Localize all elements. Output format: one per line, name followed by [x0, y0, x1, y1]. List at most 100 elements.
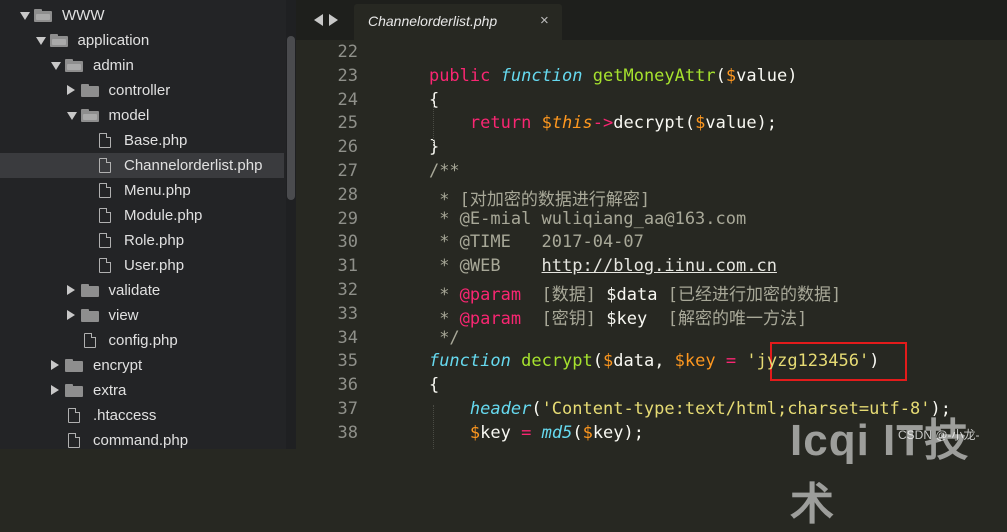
- file-icon: [99, 258, 111, 273]
- tree-item-label: Channelorderlist.php: [124, 157, 263, 174]
- tree-item-www[interactable]: WWW: [0, 3, 284, 28]
- tree-item-admin[interactable]: admin: [0, 53, 284, 78]
- file-icon: [99, 208, 111, 223]
- line-number: 35: [337, 351, 358, 372]
- folder-icon: [65, 359, 83, 372]
- tree-item-extra[interactable]: extra: [0, 378, 284, 403]
- folder-icon: [80, 284, 99, 297]
- code-line[interactable]: public function getMoneyAttr($value): [388, 66, 798, 86]
- code-link[interactable]: http://blog.iinu.com.cn: [542, 256, 777, 276]
- folder-open-icon: [34, 9, 52, 22]
- code-line[interactable]: /**: [388, 161, 460, 181]
- code-token: $: [541, 113, 552, 134]
- line-number: 30: [337, 232, 358, 253]
- code-token: *: [439, 308, 460, 329]
- chevron-down-icon[interactable]: [35, 37, 46, 45]
- line-number: 34: [337, 327, 358, 348]
- code-line[interactable]: * @param [数据] $data [已经进行加密的数据]: [388, 280, 841, 305]
- code-line[interactable]: {: [388, 90, 439, 110]
- tree-item-controller[interactable]: controller: [0, 78, 284, 103]
- tree-item-module-php[interactable]: Module.php: [0, 203, 284, 228]
- tree-item-encrypt[interactable]: encrypt: [0, 353, 284, 378]
- code-token: * @WEB: [439, 256, 542, 277]
- tree-item-channelorderlist-php[interactable]: Channelorderlist.php: [0, 153, 284, 178]
- tree-item-htaccess[interactable]: .htaccess: [0, 403, 284, 428]
- code-token: {: [428, 375, 440, 396]
- code-token: 'jyzg123456': [746, 351, 870, 372]
- file-icon: [99, 183, 111, 198]
- tree-item-application[interactable]: application: [0, 28, 284, 53]
- tree-item-validate[interactable]: validate: [0, 278, 284, 303]
- tree-item-label: User.php: [124, 257, 185, 274]
- tree-item-user-php[interactable]: User.php: [0, 253, 284, 278]
- code-token: $: [695, 113, 706, 134]
- code-line[interactable]: * [对加密的数据进行解密]: [388, 185, 650, 210]
- folder-icon: [80, 309, 99, 322]
- code-token: md5: [541, 422, 573, 443]
- code-line[interactable]: $key = md5($key);: [388, 423, 644, 443]
- folder-open-icon: [65, 59, 83, 72]
- code-line[interactable]: {: [388, 375, 439, 395]
- tree-item-command-php[interactable]: command.php: [0, 428, 284, 449]
- tree-item-view[interactable]: view: [0, 303, 284, 328]
- chevron-right-icon[interactable]: [51, 360, 59, 370]
- code-token: (: [531, 399, 542, 419]
- chevron-right-icon[interactable]: [66, 285, 75, 295]
- tree-item-role-php[interactable]: Role.php: [0, 228, 284, 253]
- code-editor[interactable]: 22 23 public function getMoneyAttr($value…: [296, 40, 1007, 449]
- code-token: }: [428, 137, 440, 158]
- code-token: value): [736, 65, 798, 86]
- code-token: $: [582, 422, 593, 443]
- chevron-down-icon[interactable]: [66, 112, 77, 120]
- code-token: {: [428, 89, 440, 110]
- code-token: $: [603, 351, 614, 372]
- tree-item-config-php[interactable]: config.php: [0, 328, 284, 353]
- chevron-right-icon[interactable]: [66, 85, 75, 95]
- chevron-right-icon[interactable]: [66, 310, 75, 320]
- code-line[interactable]: function decrypt($data, $key = 'jyzg1234…: [388, 351, 880, 372]
- file-icon: [68, 408, 80, 423]
- code-token: $key: [606, 308, 648, 329]
- tree-item-menu-php[interactable]: Menu.php: [0, 178, 284, 203]
- code-line[interactable]: * @TIME 2017-04-07: [388, 232, 644, 252]
- chevron-down-icon[interactable]: [51, 62, 61, 70]
- code-line[interactable]: * @param [密钥] $key [解密的唯一方法]: [388, 304, 807, 329]
- tab-nav-left-icon[interactable]: [314, 14, 323, 26]
- chevron-right-icon[interactable]: [51, 385, 59, 395]
- line-number: 37: [337, 399, 358, 419]
- code-line[interactable]: }: [388, 137, 439, 157]
- tab-nav-right-icon[interactable]: [329, 14, 338, 26]
- code-line[interactable]: */: [388, 327, 460, 348]
- tree-item-label: Role.php: [124, 232, 185, 249]
- code-line[interactable]: * @WEB http://blog.iinu.com.cn: [388, 256, 777, 276]
- tab-channelorderlist[interactable]: Channelorderlist.php ×: [354, 4, 562, 40]
- tree-item-model[interactable]: model: [0, 103, 284, 128]
- chevron-down-icon[interactable]: [20, 12, 30, 20]
- folder-open-icon: [80, 109, 99, 122]
- code-token: * @TIME 2017-04-07: [439, 232, 644, 253]
- tree-item-label: config.php: [108, 332, 178, 349]
- tree-item-base-php[interactable]: Base.php: [0, 128, 284, 153]
- tree-item-label: Module.php: [124, 207, 203, 224]
- code-line[interactable]: return $this->decrypt($value);: [388, 113, 777, 133]
- line-number: 23: [337, 65, 358, 86]
- code-token: =: [725, 351, 737, 372]
- tree-item-label: application: [77, 32, 150, 49]
- code-token: $: [725, 65, 737, 86]
- code-token: data,: [613, 351, 675, 372]
- sidebar-scrollbar-thumb[interactable]: [287, 36, 295, 200]
- code-token: this: [551, 113, 593, 134]
- code-line[interactable]: * @E-mial wuliqiang_aa@163.com: [388, 209, 746, 229]
- watermark-credit: CSDN @-小龙-: [898, 428, 980, 442]
- code-token: * [对加密的数据进行解密]: [439, 189, 651, 210]
- close-icon[interactable]: ×: [540, 12, 549, 29]
- code-token: */: [439, 327, 460, 348]
